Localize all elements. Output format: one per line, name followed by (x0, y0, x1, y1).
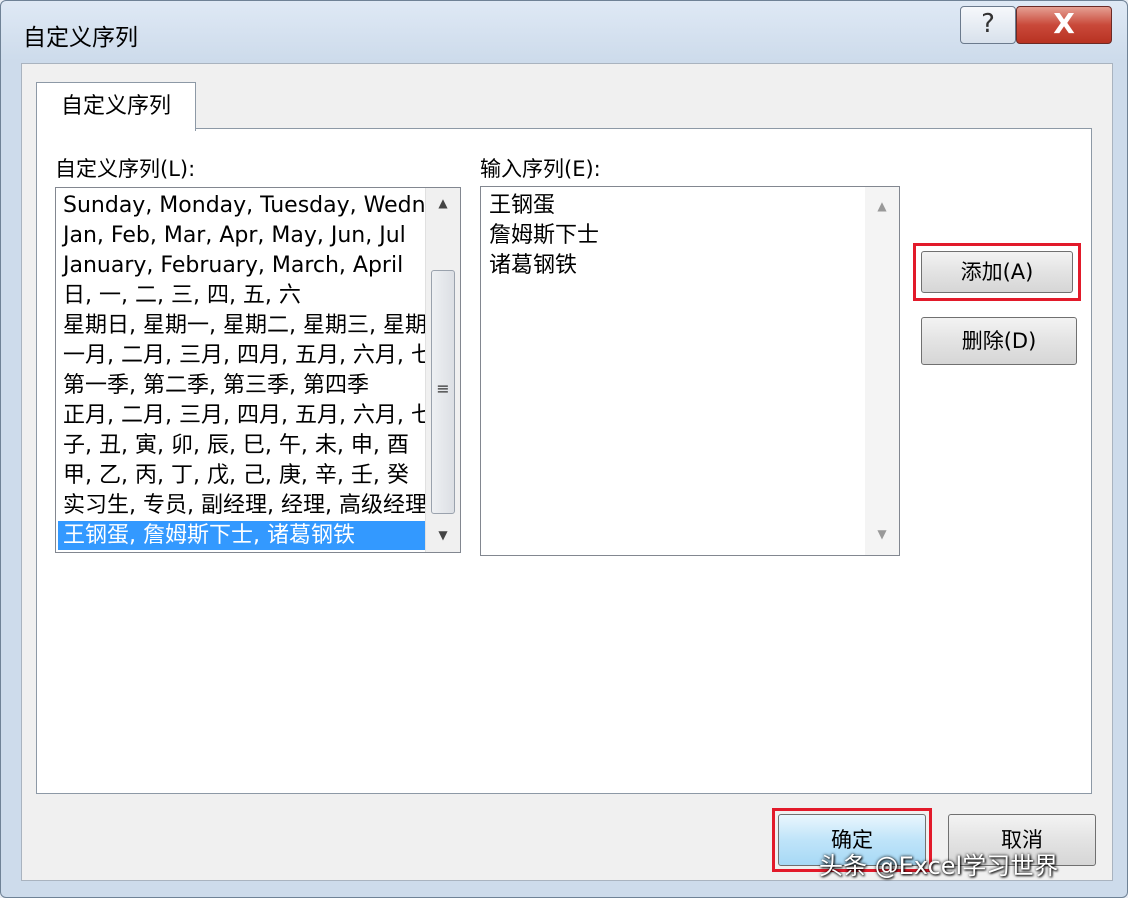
close-button[interactable]: X (1016, 6, 1112, 44)
entry-line: 诸葛钢铁 (489, 253, 578, 278)
entry-line: 詹姆斯下士 (489, 223, 600, 248)
list-item-selected[interactable]: 王钢蛋, 詹姆斯下士, 诸葛钢铁 (58, 521, 429, 550)
scroll-down-arrow-icon[interactable]: ▼ (865, 521, 899, 547)
list-item[interactable]: January, February, March, April (58, 251, 429, 280)
tab-panel: 自定义序列(L): Sunday, Monday, Tuesday, Wedne… (36, 128, 1092, 794)
dialog-body: 自定义序列 自定义序列(L): Sunday, Monday, Tuesday,… (21, 63, 1113, 881)
entries-scrollbar[interactable]: ▲ ▼ (865, 187, 899, 555)
scrollbar-thumb[interactable]: ≡ (431, 270, 455, 514)
custom-lists-label: 自定义序列(L): (55, 157, 196, 181)
grip-icon: ≡ (436, 379, 450, 398)
window-title: 自定义序列 (23, 25, 138, 51)
list-item[interactable]: 日, 一, 二, 三, 四, 五, 六 (58, 281, 429, 310)
list-item[interactable]: 甲, 乙, 丙, 丁, 戊, 己, 庚, 辛, 壬, 癸 (58, 461, 429, 490)
delete-button[interactable]: 删除(D) (921, 317, 1077, 365)
scroll-up-arrow-icon[interactable]: ▲ (865, 193, 899, 219)
watermark: 头条 @Excel学习世界 (819, 852, 1059, 880)
entries-label: 输入序列(E): (480, 157, 601, 181)
list-item[interactable]: 正月, 二月, 三月, 四月, 五月, 六月, 七月 (58, 401, 429, 430)
list-entries-textbox[interactable]: 王钢蛋 詹姆斯下士 诸葛钢铁 ▲ ▼ (480, 186, 900, 556)
list-item[interactable]: 第一季, 第二季, 第三季, 第四季 (58, 371, 429, 400)
add-button[interactable]: 添加(A) (921, 251, 1073, 293)
custom-lists-listbox[interactable]: Sunday, Monday, Tuesday, Wednesday Jan, … (55, 187, 461, 553)
custom-lists-dialog: 自定义序列 ? X 自定义序列 自定义序列(L): Sunday, Monday… (0, 0, 1128, 898)
list-item[interactable]: 实习生, 专员, 副经理, 经理, 高级经理 (58, 491, 429, 520)
list-item[interactable]: 星期日, 星期一, 星期二, 星期三, 星期四 (58, 311, 429, 340)
list-scrollbar[interactable]: ▲ ≡ ▼ (425, 188, 460, 552)
list-item[interactable]: 一月, 二月, 三月, 四月, 五月, 六月, 七月 (58, 341, 429, 370)
list-item[interactable]: 子, 丑, 寅, 卯, 辰, 巳, 午, 未, 申, 酉 (58, 431, 429, 460)
scroll-down-arrow-icon[interactable]: ▼ (426, 522, 460, 548)
list-item[interactable]: Jan, Feb, Mar, Apr, May, Jun, Jul (58, 221, 429, 250)
tab-custom-lists[interactable]: 自定义序列 (36, 82, 196, 131)
entry-line: 王钢蛋 (489, 193, 556, 218)
title-bar: 自定义序列 ? X (1, 1, 1127, 63)
list-item[interactable]: Sunday, Monday, Tuesday, Wednesday (58, 191, 429, 220)
scroll-up-arrow-icon[interactable]: ▲ (426, 190, 460, 216)
help-button[interactable]: ? (960, 6, 1016, 44)
